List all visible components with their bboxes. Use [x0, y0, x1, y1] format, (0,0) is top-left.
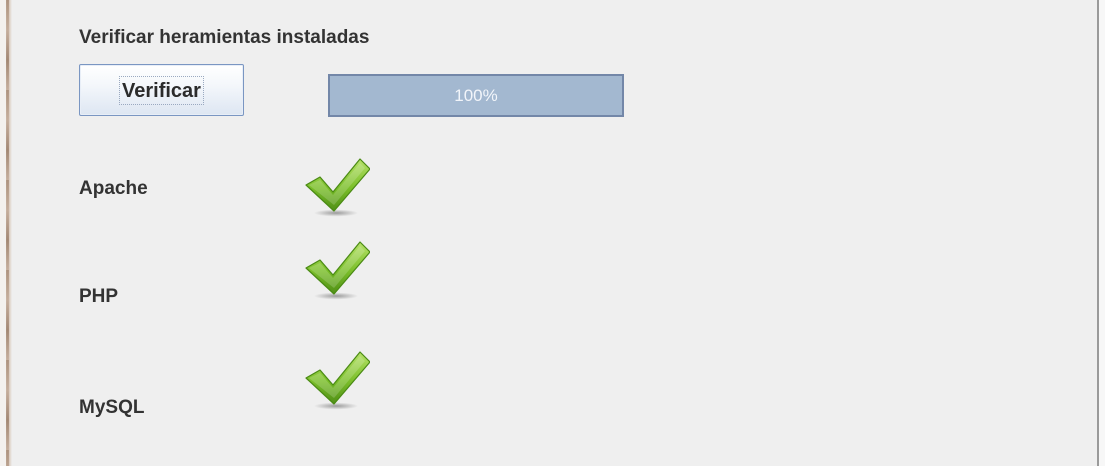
window-left-border [0, 0, 12, 466]
tool-label-apache: Apache [79, 178, 148, 199]
progress-text: 100% [454, 85, 498, 105]
verify-button[interactable]: Verificar [79, 64, 244, 116]
tool-label-mysql: MySQL [79, 397, 145, 418]
check-icon [305, 158, 370, 217]
verification-panel: Verificar heramientas instaladas Verific… [0, 0, 1105, 466]
window-right-outside [1099, 0, 1105, 466]
check-icon [305, 351, 370, 410]
check-icon [305, 241, 370, 300]
section-title: Verificar heramientas instaladas [79, 27, 370, 48]
verify-button-label: Verificar [119, 75, 204, 105]
tool-label-php: PHP [79, 286, 119, 307]
progress-bar: 100% [328, 74, 624, 117]
